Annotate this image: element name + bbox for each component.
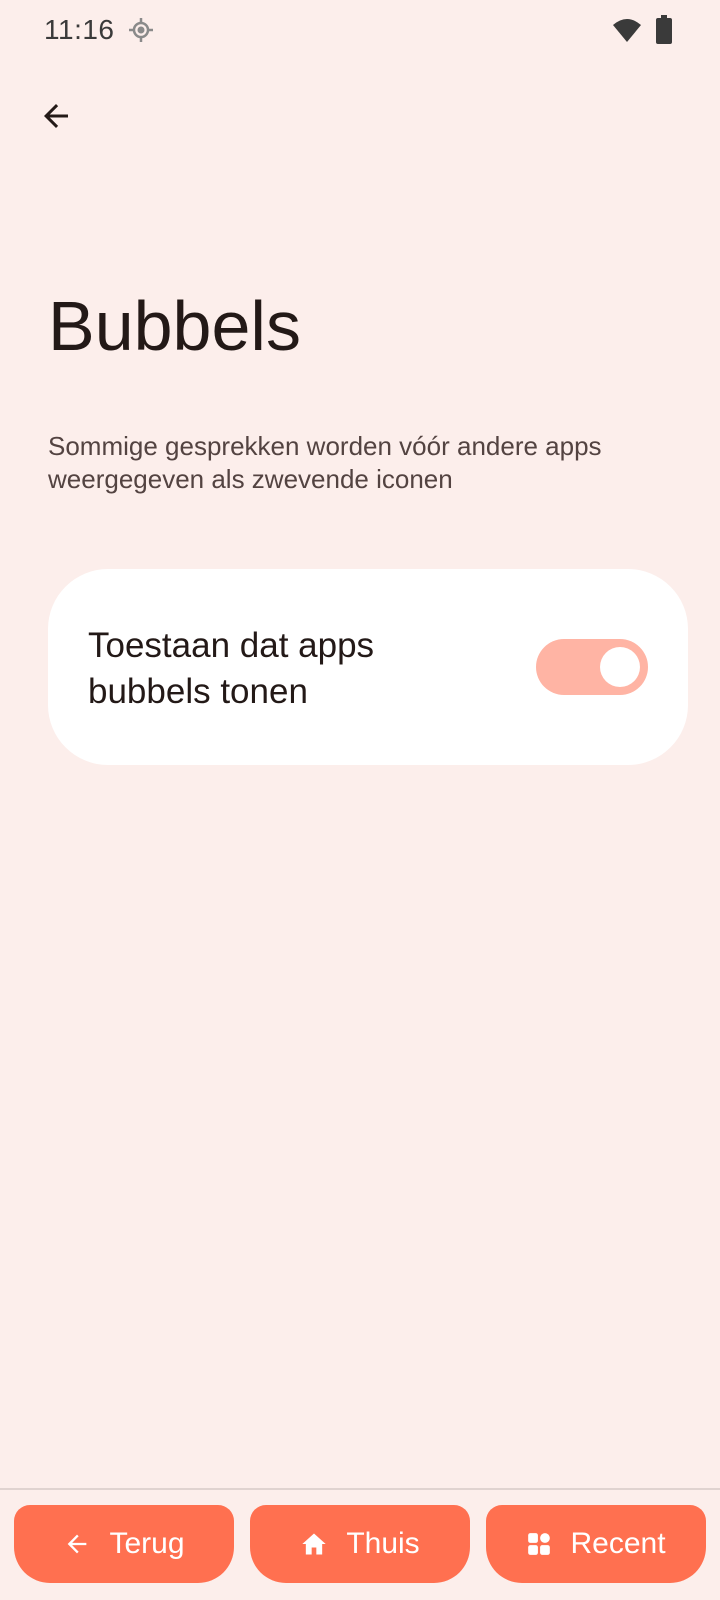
bubbles-setting-label: Toestaan dat apps bubbels tonen — [88, 626, 375, 711]
arrow-left-icon — [44, 104, 68, 128]
nav-recent-button[interactable]: Recent — [486, 1505, 706, 1583]
nav-home-label: Thuis — [346, 1527, 420, 1560]
status-time: 11:16 — [44, 14, 115, 45]
arrow-left-icon — [68, 1534, 87, 1554]
status-bar: 11:16 — [0, 0, 720, 64]
apps-grid-icon — [528, 1533, 551, 1555]
back-button[interactable] — [28, 88, 84, 144]
bubbles-setting-card[interactable]: Toestaan dat apps bubbels tonen — [48, 569, 688, 765]
bubbles-toggle-switch[interactable] — [536, 639, 648, 695]
location-icon — [129, 18, 153, 42]
toggle-thumb — [600, 647, 640, 687]
battery-icon — [656, 15, 672, 44]
page-description: Sommige gesprekken worden vóór andere ap… — [48, 431, 602, 494]
page-title: Bubbels — [48, 287, 301, 365]
navigation-bar: Terug Thuis Recent — [0, 1490, 720, 1600]
nav-back-label: Terug — [109, 1527, 185, 1560]
nav-home-button[interactable]: Thuis — [250, 1505, 470, 1583]
wifi-icon — [613, 19, 641, 42]
nav-recent-label: Recent — [570, 1527, 666, 1560]
nav-back-button[interactable]: Terug — [14, 1505, 234, 1583]
home-icon — [302, 1533, 326, 1555]
